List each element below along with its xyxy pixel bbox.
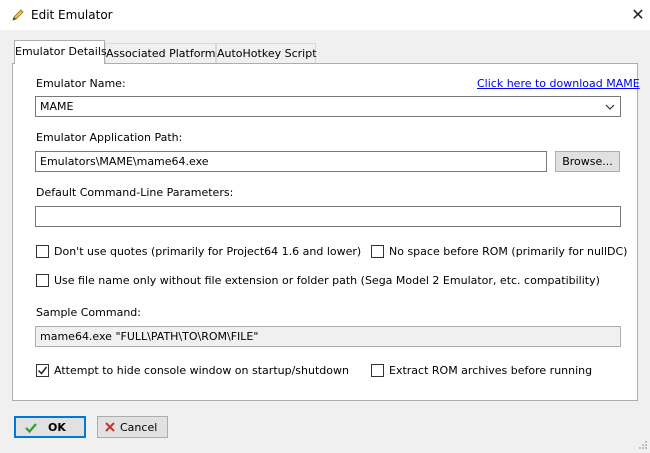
sample-command-field: mame64.exe "FULL\PATH\TO\ROM\FILE" [35,326,621,347]
tab-autohotkey-script[interactable]: AutoHotkey Script [216,43,317,63]
checkmark-icon [24,421,38,435]
cancel-icon [104,421,116,433]
app-path-label: Emulator Application Path: [36,131,183,144]
browse-button[interactable]: Browse... [555,151,620,172]
download-mame-link[interactable]: Click here to download MAME [477,77,640,90]
extract-rom-checkbox[interactable] [371,364,384,377]
ok-label: OK [48,421,66,434]
cancel-label: Cancel [120,421,158,434]
chevron-down-icon[interactable] [604,97,616,117]
file-name-only-checkbox[interactable] [36,274,49,287]
extract-rom-label[interactable]: Extract ROM archives before running [389,364,592,377]
params-input[interactable] [35,206,621,227]
tab-emulator-details[interactable]: Emulator Details [14,40,107,64]
emulator-name-label: Emulator Name: [36,77,126,90]
emulator-name-value: MAME [40,100,74,113]
file-name-only-label[interactable]: Use file name only without file extensio… [54,274,600,287]
no-space-before-rom-label[interactable]: No space before ROM (primarily for nullD… [389,245,627,258]
pencil-icon [10,7,26,23]
hide-console-checkbox[interactable] [36,364,49,377]
sample-command-label: Sample Command: [36,306,141,319]
params-label: Default Command-Line Parameters: [36,186,234,199]
close-icon[interactable]: ✕ [627,4,649,26]
emulator-name-combobox[interactable]: MAME [35,96,621,117]
cancel-button[interactable]: Cancel [97,416,168,438]
dont-use-quotes-label[interactable]: Don't use quotes (primarily for Project6… [54,245,361,258]
checkmark-icon [37,366,48,375]
app-path-input[interactable]: Emulators\MAME\mame64.exe [35,151,547,172]
dont-use-quotes-checkbox[interactable] [36,245,49,258]
tab-associated-platforms[interactable]: Associated Platforms [105,43,221,63]
no-space-before-rom-checkbox[interactable] [371,245,384,258]
window-title: Edit Emulator [31,8,113,22]
resize-grip-icon[interactable] [636,438,648,450]
ok-button[interactable]: OK [14,416,86,438]
hide-console-label[interactable]: Attempt to hide console window on startu… [54,364,349,377]
